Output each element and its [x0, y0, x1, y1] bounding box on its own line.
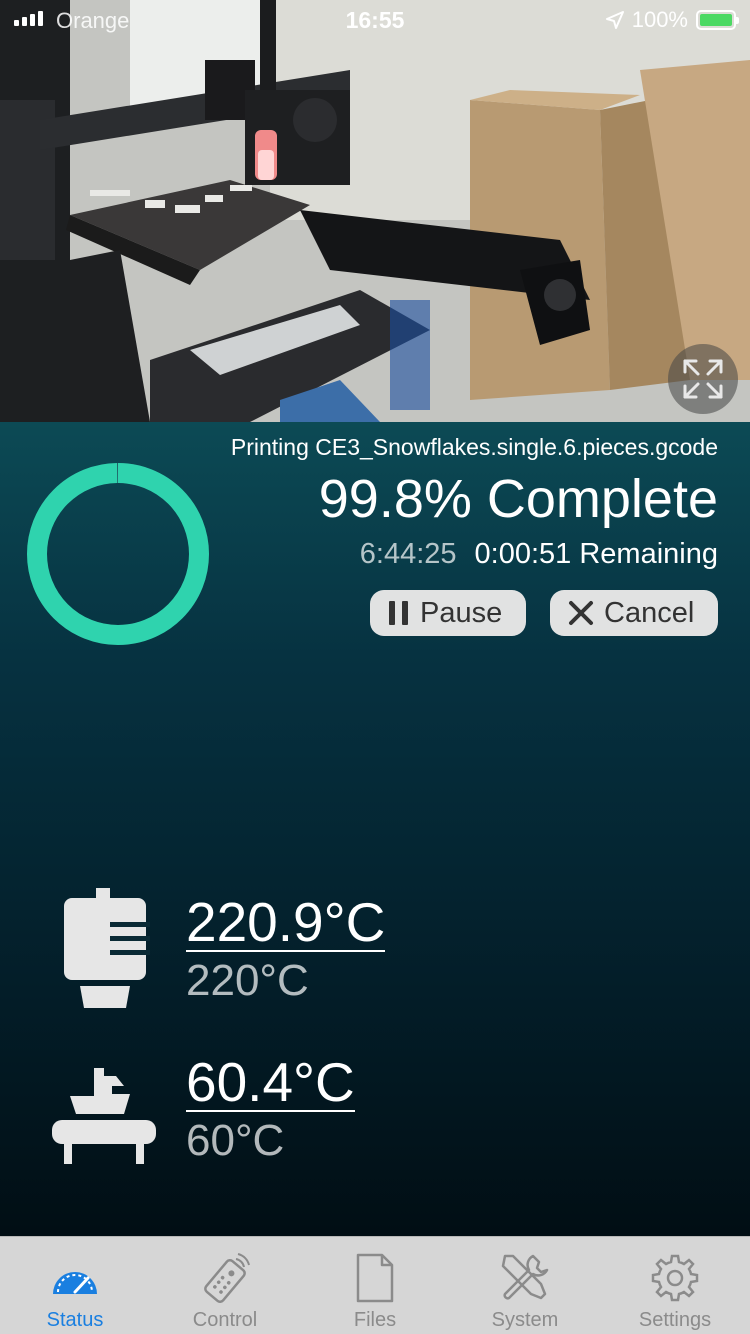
tab-system[interactable]: System — [450, 1237, 600, 1334]
camera-feed[interactable]: Orange 16:55 100% — [0, 0, 750, 422]
fullscreen-button[interactable] — [668, 344, 738, 414]
pause-button[interactable]: Pause — [370, 590, 526, 636]
bed-target-temp: 60°C — [186, 1116, 285, 1165]
hotend-icon — [64, 888, 150, 1008]
tab-control-label: Control — [192, 1309, 258, 1331]
elapsed-time: 6:44:25 — [359, 538, 457, 570]
progress-percent: 99.8% Complete — [318, 469, 718, 529]
hotend-actual-temp: 220.9°C — [186, 891, 386, 953]
cancel-button[interactable]: Cancel — [550, 590, 718, 636]
tab-settings[interactable]: Settings — [600, 1237, 750, 1334]
cancel-label: Cancel — [604, 596, 695, 629]
bed-actual-temp: 60.4°C — [186, 1051, 355, 1113]
tab-status-label: Status — [46, 1309, 104, 1331]
pause-label: Pause — [420, 596, 503, 629]
tab-files-label: Files — [353, 1309, 397, 1331]
hotend-target-temp: 220°C — [186, 956, 309, 1005]
close-icon — [569, 601, 593, 625]
remaining-time: 0:00:51 Remaining — [474, 538, 718, 570]
battery-charging-icon — [696, 10, 739, 30]
location-arrow-icon — [605, 11, 624, 29]
tab-status[interactable]: Status — [0, 1237, 150, 1334]
tab-bar: Status Control Files System Settings — [0, 1236, 750, 1334]
speedometer-icon — [53, 1272, 97, 1294]
tools-icon — [501, 1254, 549, 1300]
tab-control[interactable]: Control — [150, 1237, 300, 1334]
ios-status-bar: Orange 16:55 100% — [0, 0, 750, 40]
progress-ring-fill — [27, 463, 209, 645]
heated-bed-icon — [52, 1068, 156, 1164]
job-filename: Printing CE3_Snowflakes.single.6.pieces.… — [230, 434, 718, 460]
file-icon — [356, 1253, 394, 1303]
printer-camera-image — [0, 0, 750, 422]
tab-settings-label: Settings — [638, 1309, 712, 1331]
progress-ring — [27, 463, 209, 645]
gear-icon — [651, 1254, 699, 1302]
status-panel: Printing CE3_Snowflakes.single.6.pieces.… — [0, 422, 750, 1236]
battery-percent: 100% — [631, 7, 688, 32]
expand-arrows-icon — [683, 359, 723, 399]
tab-system-label: System — [491, 1309, 559, 1331]
pause-icon — [389, 601, 408, 625]
tab-files[interactable]: Files — [300, 1237, 450, 1334]
remote-control-icon — [204, 1253, 250, 1303]
